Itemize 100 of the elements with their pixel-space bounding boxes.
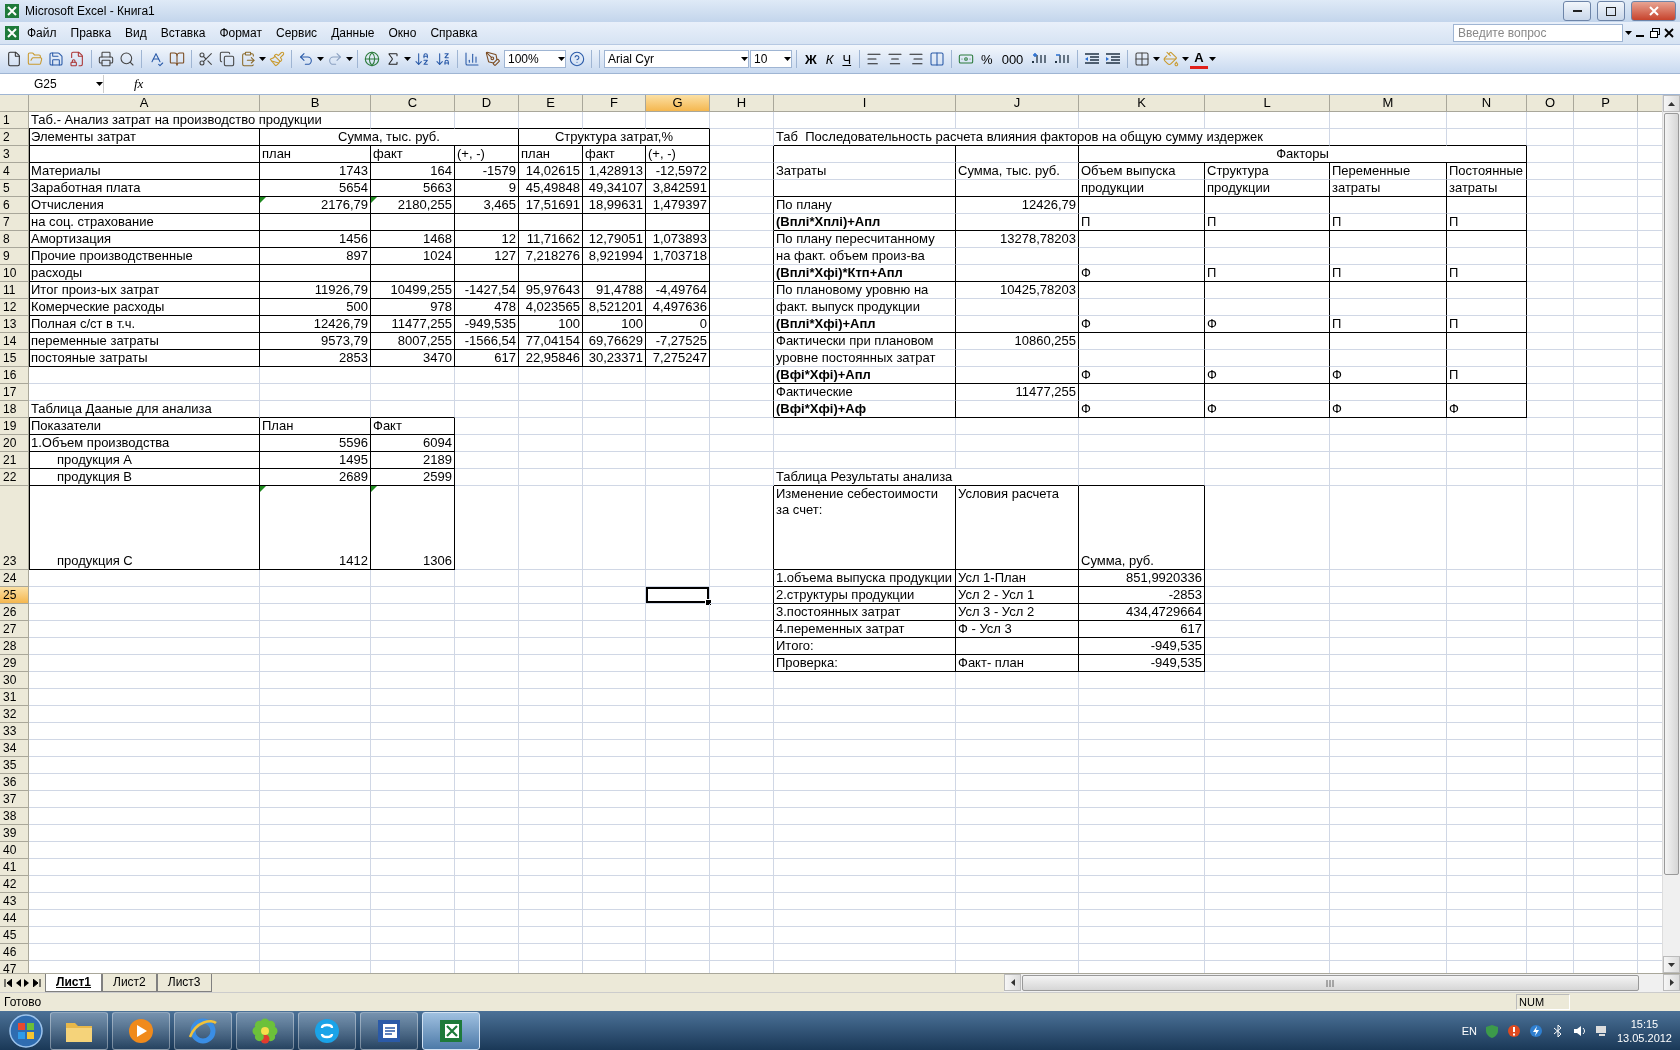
sheet-cell[interactable]: П	[1079, 214, 1205, 231]
sheet-cell[interactable]: 100	[519, 316, 583, 333]
sheet-tab[interactable]: Лист2	[102, 974, 157, 992]
sheet-cell[interactable]: -1579	[455, 163, 519, 180]
font-field[interactable]: Arial Cyr	[604, 50, 749, 68]
sheet-cell[interactable]: Усл 1-План	[956, 570, 1079, 587]
sum-icon[interactable]	[385, 51, 401, 67]
sheet-cell[interactable]: затраты	[1330, 180, 1447, 197]
row-header[interactable]: 44	[0, 910, 29, 927]
insert-function-button[interactable]: fx	[134, 76, 144, 92]
sheet-cell[interactable]: Условия расчета	[956, 486, 1079, 570]
align-center-icon[interactable]	[887, 51, 904, 67]
lightning-icon[interactable]	[1528, 1023, 1543, 1038]
sheet-cell[interactable]: -12,5972	[646, 163, 710, 180]
sheet-cell[interactable]: факт	[583, 146, 646, 163]
sheet-cell[interactable]: Таб.- Анализ затрат на производство продукции	[29, 112, 371, 129]
sheet-cell[interactable]: 1743	[260, 163, 371, 180]
sheet-cell[interactable]: 434,4729664	[1079, 604, 1205, 621]
row-header[interactable]: 22	[0, 469, 29, 486]
sheet-cell[interactable]: (+, -)	[646, 146, 710, 163]
row-header[interactable]: 11	[0, 282, 29, 299]
sheet-cell[interactable]: 7,218276	[519, 248, 583, 265]
print-icon[interactable]	[98, 51, 114, 67]
underline-button[interactable]: Ч	[838, 49, 856, 69]
row-header[interactable]: 5	[0, 180, 29, 197]
sheet-cell[interactable]: продукции	[1079, 180, 1205, 197]
sheet-cell[interactable]: постояные затраты	[29, 350, 260, 367]
sheet-cell[interactable]: 2599	[371, 469, 455, 486]
row-header[interactable]: 23	[0, 486, 29, 570]
column-header[interactable]: C	[371, 95, 455, 112]
sheet-cell[interactable]: 22,95846	[519, 350, 583, 367]
sheet-cell[interactable]: 4,023565	[519, 299, 583, 316]
row-header[interactable]: 31	[0, 689, 29, 706]
sheet-cell[interactable]: 1,479397	[646, 197, 710, 214]
sheet-cell[interactable]: Таблица Результаты анализа	[774, 469, 1079, 486]
sheet-cell[interactable]: 1456	[260, 231, 371, 248]
sheet-cell[interactable]: 30,23371	[583, 350, 646, 367]
sheet-cell[interactable]: Итого:	[774, 638, 956, 655]
sheet-cell[interactable]: план	[260, 146, 371, 163]
sheet-cell[interactable]: Ф	[1330, 367, 1447, 384]
scroll-left-button[interactable]	[1004, 974, 1021, 991]
error-indicator-icon[interactable]	[371, 486, 377, 492]
sheet-cell[interactable]: П	[1330, 214, 1447, 231]
sheet-cell[interactable]: (Вфi*Хфi)+Аф	[774, 401, 956, 418]
sheet-cell[interactable]: факт. выпуск продукции	[774, 299, 956, 316]
sheet-cell[interactable]: 91,4788	[583, 282, 646, 299]
sheet-cell[interactable]: Ф	[1079, 316, 1205, 333]
row-header[interactable]: 26	[0, 604, 29, 621]
minimize-button[interactable]	[1563, 1, 1591, 21]
sheet-cell[interactable]: план	[519, 146, 583, 163]
sheet-cell[interactable]: 18,99631	[583, 197, 646, 214]
row-header[interactable]: 29	[0, 655, 29, 672]
sheet-cell[interactable]: 617	[1079, 621, 1205, 638]
speaker-icon[interactable]	[1572, 1023, 1587, 1038]
select-all-button[interactable]	[0, 95, 29, 112]
sort-descending-icon[interactable]	[435, 51, 451, 67]
sheet-cell[interactable]: Изменение себестоимости за счет:	[774, 486, 956, 570]
caret-icon[interactable]	[741, 57, 748, 61]
clock-time[interactable]: 15:15	[1630, 1016, 1659, 1031]
language-indicator[interactable]: EN	[1461, 1024, 1477, 1037]
workbook-icon[interactable]	[4, 25, 20, 41]
copy-icon[interactable]	[219, 51, 235, 67]
sheet-cell[interactable]: Ф	[1205, 316, 1330, 333]
sheet-tab[interactable]: Лист1	[45, 974, 103, 992]
sheet-cell[interactable]: 11477,255	[371, 316, 455, 333]
sheet-cell[interactable]: Итог произ-ых затрат	[29, 282, 260, 299]
column-header[interactable]: F	[583, 95, 646, 112]
row-header[interactable]: 27	[0, 621, 29, 638]
font-color-button[interactable]: A	[1190, 49, 1208, 69]
sheet-cell[interactable]: Показатели	[29, 418, 260, 435]
cut-icon[interactable]	[198, 51, 214, 67]
sheet-cell[interactable]: на факт. объем произ-ва	[774, 248, 956, 265]
column-header[interactable]: K	[1079, 95, 1205, 112]
sheet-cell[interactable]: 3470	[371, 350, 455, 367]
column-header[interactable]: H	[710, 95, 774, 112]
sheet-cell[interactable]: П	[1447, 214, 1527, 231]
sheet-cell[interactable]: Отчисления	[29, 197, 260, 214]
menu-item[interactable]: Окно	[381, 26, 424, 40]
sheet-cell[interactable]: 2180,255	[371, 197, 455, 214]
sheet-cell[interactable]: 12426,79	[260, 316, 371, 333]
sheet-cell[interactable]: 897	[260, 248, 371, 265]
sheet-cell[interactable]: 2689	[260, 469, 371, 486]
sheet-cell[interactable]: П	[1330, 265, 1447, 282]
sheet-cell[interactable]: Таблица Дааные для анализа	[29, 401, 260, 418]
increase-indent-icon[interactable]	[1105, 51, 1122, 67]
row-header[interactable]: 45	[0, 927, 29, 944]
sheet-cell[interactable]: Усл 3 - Усл 2	[956, 604, 1079, 621]
sheet-cell[interactable]: 11926,79	[260, 282, 371, 299]
sheet-cell[interactable]: Материалы	[29, 163, 260, 180]
row-header[interactable]: 7	[0, 214, 29, 231]
sheet-cell[interactable]: 1024	[371, 248, 455, 265]
sheet-cell[interactable]: Факторы	[1079, 146, 1527, 163]
row-header[interactable]: 28	[0, 638, 29, 655]
row-header[interactable]: 17	[0, 384, 29, 401]
sheet-cell[interactable]: Ф	[1079, 401, 1205, 418]
hyperlink-icon[interactable]	[364, 51, 380, 67]
menu-item[interactable]: Правка	[63, 26, 119, 40]
sheet-cell[interactable]: Таб Последовательность расчета влияния факторов на общую сумму издержек	[774, 129, 1330, 146]
menu-item[interactable]: Данные	[324, 26, 382, 40]
zoom-field[interactable]: 100%	[504, 50, 566, 68]
